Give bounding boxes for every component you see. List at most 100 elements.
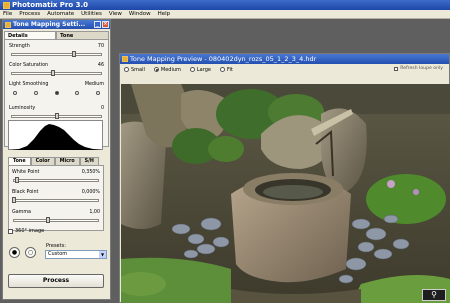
presets-select[interactable]: Custom ▼ bbox=[45, 250, 107, 259]
presets-value: Custom bbox=[48, 251, 68, 257]
smoothing-row: Light Smoothing Medium bbox=[9, 82, 104, 87]
luminosity-row: Luminosity 0 bbox=[9, 106, 104, 111]
white-point-value: 0,350% bbox=[81, 170, 100, 175]
size-label-medium: Medium bbox=[160, 66, 181, 73]
image360-checkbox[interactable] bbox=[8, 228, 13, 234]
preview-app-icon bbox=[122, 56, 128, 62]
preview-image[interactable] bbox=[121, 84, 450, 303]
strength-thumb[interactable] bbox=[72, 51, 77, 57]
method-tabs: Details Enhancer Tone Compressor bbox=[4, 31, 109, 45]
process-button[interactable]: Process bbox=[8, 274, 104, 288]
saturation-value: 46 bbox=[97, 63, 104, 68]
refresh-loupe-label: Refresh loupe only bbox=[400, 66, 443, 71]
smoothing-dot[interactable] bbox=[54, 91, 59, 95]
luminosity-thumb[interactable] bbox=[54, 113, 59, 119]
histogram-graph bbox=[11, 124, 102, 150]
size-label-fit: Fit bbox=[226, 66, 233, 73]
black-point-row: Black Point 0,000% bbox=[12, 190, 100, 195]
smoothing-selector bbox=[13, 91, 100, 95]
gamma-thumb[interactable] bbox=[45, 217, 50, 223]
strength-label: Strength bbox=[9, 44, 30, 49]
menu-automate[interactable]: Automate bbox=[47, 11, 74, 17]
refresh-loupe-checkbox[interactable] bbox=[394, 66, 399, 71]
size-label-large: Large bbox=[196, 66, 211, 73]
chevron-down-icon[interactable]: ▼ bbox=[99, 251, 106, 258]
menu-process[interactable]: Process bbox=[19, 11, 40, 17]
smoothing-dot[interactable] bbox=[75, 91, 80, 95]
black-point-thumb[interactable] bbox=[12, 197, 16, 203]
white-point-label: White Point bbox=[12, 170, 40, 175]
tone-mapping-preview-window: Tone Mapping Preview - 080402dyn_rozs_05… bbox=[119, 53, 450, 303]
black-point-slider[interactable] bbox=[12, 197, 99, 203]
smoothing-label: Light Smoothing bbox=[9, 82, 49, 87]
white-point-slider[interactable] bbox=[13, 177, 99, 183]
menu-window[interactable]: Window bbox=[129, 11, 151, 17]
sub-tabs: Tone Color Micro S/H bbox=[8, 157, 99, 165]
smoothing-dot[interactable] bbox=[13, 91, 17, 95]
white-point-thumb[interactable] bbox=[15, 177, 20, 183]
luminosity-slider[interactable] bbox=[11, 113, 102, 119]
smoothing-dot[interactable] bbox=[96, 91, 100, 95]
panel-app-icon bbox=[5, 21, 11, 28]
size-option-small[interactable]: Small bbox=[124, 67, 145, 73]
app-title: Photomatix Pro 3.0 bbox=[12, 1, 89, 9]
presets-label: Presets: bbox=[46, 243, 66, 249]
strength-row: Strength 70 bbox=[9, 44, 104, 49]
histogram bbox=[8, 120, 103, 150]
panel-titlebar[interactable]: Tone Mapping Setti... _ × bbox=[3, 20, 110, 29]
radio-medium[interactable] bbox=[153, 67, 159, 72]
saturation-slider[interactable] bbox=[11, 70, 102, 76]
panel-title: Tone Mapping Setti... bbox=[13, 21, 86, 28]
refresh-loupe-option[interactable]: Refresh loupe only bbox=[394, 66, 443, 71]
saturation-thumb[interactable] bbox=[50, 70, 55, 76]
preview-titlebar[interactable]: Tone Mapping Preview - 080402dyn_rozs_05… bbox=[120, 54, 449, 64]
menu-help[interactable]: Help bbox=[158, 11, 171, 17]
tone-mapping-settings-panel: Tone Mapping Setti... _ × Details Enhanc… bbox=[2, 19, 111, 300]
luminosity-value: 0 bbox=[100, 106, 104, 111]
tone-pane: White Point 0,350% Black Point 0,000% Ga… bbox=[8, 165, 104, 231]
gamma-label: Gamma bbox=[12, 210, 31, 215]
close-button[interactable]: × bbox=[102, 21, 109, 28]
size-option-large[interactable]: Large bbox=[189, 66, 211, 73]
image360-option[interactable]: 360° image bbox=[8, 228, 44, 234]
strength-value: 70 bbox=[97, 44, 104, 49]
loupe-zoom-icon[interactable]: ⚲ bbox=[422, 289, 446, 301]
smoothing-dot[interactable] bbox=[33, 91, 38, 95]
app-titlebar: Photomatix Pro 3.0 bbox=[0, 0, 450, 10]
gamma-slider[interactable] bbox=[13, 217, 99, 223]
menu-file[interactable]: File bbox=[3, 11, 12, 17]
luminosity-label: Luminosity bbox=[9, 106, 36, 111]
saturation-row: Color Saturation 46 bbox=[9, 63, 104, 68]
black-point-value: 0,000% bbox=[81, 190, 100, 195]
save-settings-icon[interactable]: ● bbox=[9, 247, 20, 258]
garden-fountain-photo bbox=[121, 84, 450, 303]
gamma-row: Gamma 1,00 bbox=[12, 210, 100, 215]
image360-label: 360° image bbox=[15, 228, 45, 234]
tab-sh[interactable]: S/H bbox=[79, 157, 99, 165]
gamma-value: 1,00 bbox=[89, 210, 100, 215]
radio-large[interactable] bbox=[189, 67, 195, 72]
white-point-row: White Point 0,350% bbox=[12, 170, 100, 175]
size-option-medium[interactable]: Medium bbox=[153, 66, 181, 73]
smoothing-value: Medium bbox=[84, 82, 104, 87]
tab-tone-compressor[interactable]: Tone Compressor bbox=[56, 31, 109, 45]
preview-size-options: Small Medium Large Fit Refresh loupe onl… bbox=[120, 64, 449, 75]
size-label-small: Small bbox=[131, 66, 145, 73]
menu-bar: File Process Automate Utilities View Win… bbox=[0, 10, 450, 19]
tab-tone[interactable]: Tone bbox=[8, 157, 31, 165]
reset-settings-icon[interactable]: ○ bbox=[25, 247, 36, 258]
menu-view[interactable]: View bbox=[109, 11, 122, 17]
size-option-fit[interactable]: Fit bbox=[219, 66, 233, 73]
minimize-button[interactable]: _ bbox=[94, 21, 101, 28]
radio-fit[interactable] bbox=[219, 67, 225, 72]
black-point-label: Black Point bbox=[12, 190, 39, 195]
photomatix-app-icon bbox=[3, 1, 10, 9]
tab-micro[interactable]: Micro bbox=[54, 157, 80, 165]
menu-utilities[interactable]: Utilities bbox=[81, 11, 102, 17]
tab-details-enhancer[interactable]: Details Enhancer bbox=[4, 31, 57, 45]
preview-title: Tone Mapping Preview - 080402dyn_rozs_05… bbox=[130, 55, 317, 63]
saturation-label: Color Saturation bbox=[9, 63, 49, 68]
tab-color[interactable]: Color bbox=[30, 157, 55, 165]
strength-slider[interactable] bbox=[11, 51, 102, 57]
radio-small[interactable] bbox=[124, 67, 129, 72]
